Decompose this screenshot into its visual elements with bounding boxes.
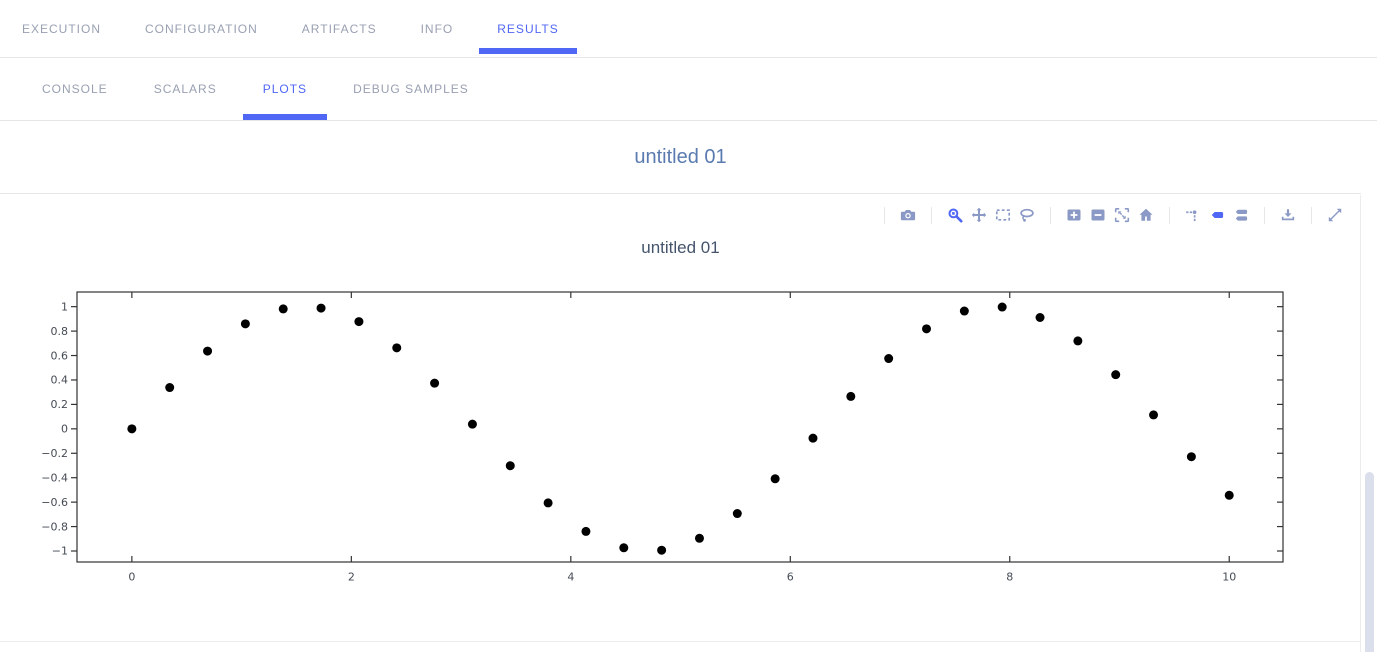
svg-text:0.8: 0.8 xyxy=(51,325,69,338)
subtab-console[interactable]: CONSOLE xyxy=(22,58,128,120)
data-point xyxy=(241,319,250,328)
data-point xyxy=(1149,410,1158,419)
svg-text:0.6: 0.6 xyxy=(51,349,69,362)
data-point xyxy=(506,461,515,470)
scatter-series xyxy=(127,303,1233,555)
data-point xyxy=(1111,370,1120,379)
data-point xyxy=(581,527,590,536)
data-point xyxy=(771,474,780,483)
tab-configuration[interactable]: CONFIGURATION xyxy=(127,0,276,57)
chart-area: 0 2 4 6 8 10 1 0.8 0.6 0.4 0.2 0 −0.2 −0.4 −0.6 −0.8 −1 xyxy=(0,194,1361,642)
data-point xyxy=(619,543,628,552)
data-point xyxy=(544,498,553,507)
data-point xyxy=(317,304,326,313)
tab-artifacts[interactable]: ARTIFACTS xyxy=(284,0,395,57)
data-point xyxy=(127,424,136,433)
svg-text:1: 1 xyxy=(61,300,68,313)
svg-text:0.4: 0.4 xyxy=(51,374,69,387)
svg-text:4: 4 xyxy=(567,570,574,583)
tab-execution[interactable]: EXECUTION xyxy=(4,0,119,57)
svg-text:−0.4: −0.4 xyxy=(41,471,68,484)
data-point xyxy=(354,317,363,326)
main-tab-bar: EXECUTION CONFIGURATION ARTIFACTS INFO R… xyxy=(0,0,1377,58)
subtab-plots[interactable]: PLOTS xyxy=(243,58,327,120)
tab-results[interactable]: RESULTS xyxy=(479,0,576,57)
data-point xyxy=(922,324,931,333)
svg-text:8: 8 xyxy=(1006,570,1013,583)
tab-info[interactable]: INFO xyxy=(403,0,472,57)
subtab-scalars[interactable]: SCALARS xyxy=(134,58,237,120)
plot-group-header: untitled 01 xyxy=(0,121,1361,194)
data-point xyxy=(1073,336,1082,345)
content-right-divider xyxy=(1360,195,1361,652)
svg-text:10: 10 xyxy=(1222,570,1236,583)
svg-text:−1: −1 xyxy=(52,545,68,558)
data-point xyxy=(884,354,893,363)
subtab-debug-samples[interactable]: DEBUG SAMPLES xyxy=(333,58,489,120)
x-axis-ticks: 0 2 4 6 8 10 xyxy=(128,292,1236,583)
svg-text:6: 6 xyxy=(787,570,794,583)
data-point xyxy=(1225,491,1234,500)
svg-text:0: 0 xyxy=(61,423,68,436)
y-axis-ticks: 1 0.8 0.6 0.4 0.2 0 −0.2 −0.4 −0.6 −0.8 −1 xyxy=(41,300,1283,557)
svg-text:0.2: 0.2 xyxy=(51,398,69,411)
data-point xyxy=(695,534,704,543)
axes-frame xyxy=(77,292,1283,562)
data-point xyxy=(203,347,212,356)
svg-text:−0.6: −0.6 xyxy=(41,496,68,509)
data-point xyxy=(468,420,477,429)
data-point xyxy=(392,343,401,352)
data-point xyxy=(998,303,1007,312)
svg-text:2: 2 xyxy=(348,570,355,583)
data-point xyxy=(1187,452,1196,461)
data-point xyxy=(846,392,855,401)
data-point xyxy=(960,307,969,316)
svg-text:−0.2: −0.2 xyxy=(41,447,68,460)
scatter-plot-canvas[interactable]: 0 2 4 6 8 10 1 0.8 0.6 0.4 0.2 0 −0.2 −0.4 −0.6 −0.8 −1 xyxy=(0,194,1361,642)
data-point xyxy=(1036,313,1045,322)
svg-text:0: 0 xyxy=(128,570,135,583)
plot-card: untitled 01 024681010.80.60.40.20−0.2−0.… xyxy=(0,194,1361,642)
svg-text:−0.8: −0.8 xyxy=(41,520,68,533)
data-point xyxy=(733,509,742,518)
data-point xyxy=(279,304,288,313)
results-sub-tab-bar: CONSOLE SCALARS PLOTS DEBUG SAMPLES xyxy=(0,58,1377,121)
data-point xyxy=(808,434,817,443)
data-point xyxy=(430,379,439,388)
data-point xyxy=(165,383,174,392)
plot-group-title: untitled 01 xyxy=(634,146,726,169)
vertical-scrollbar-thumb[interactable] xyxy=(1365,472,1374,652)
data-point xyxy=(657,546,666,555)
